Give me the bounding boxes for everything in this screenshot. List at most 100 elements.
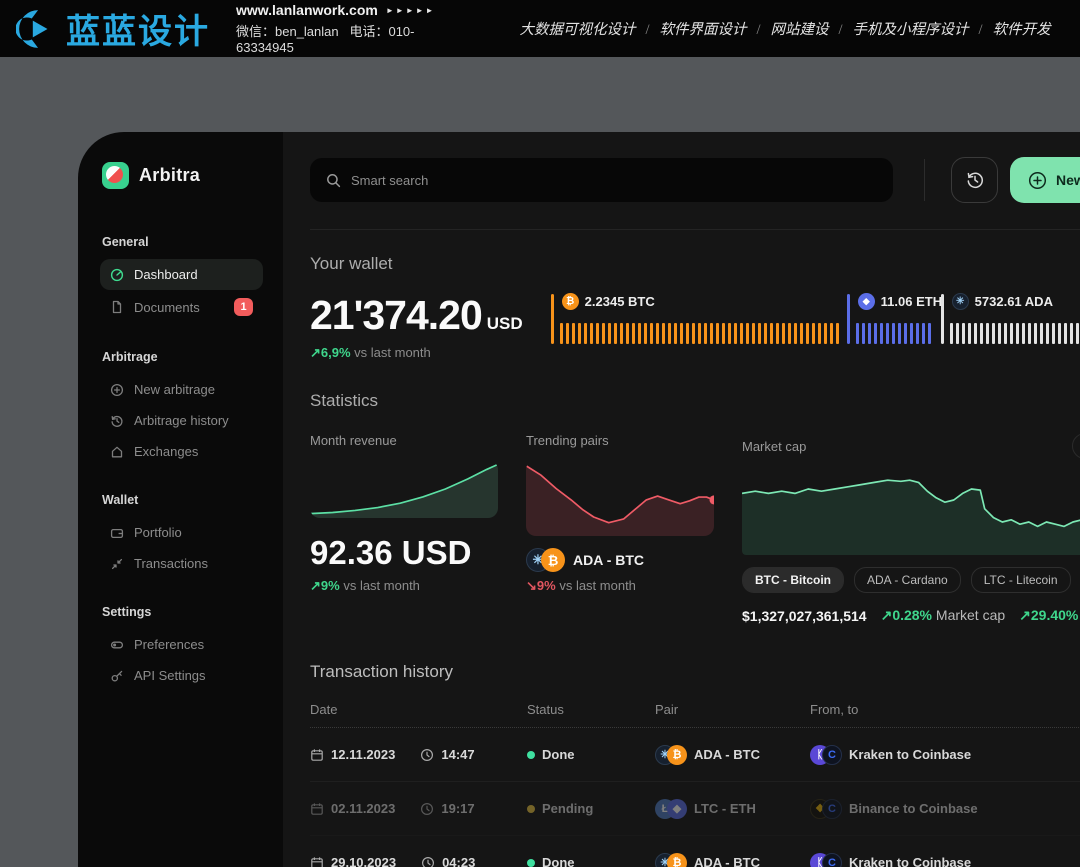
promo-banner: 蓝蓝设计 www.lanlanwork.com ►►►►► 微信：ben_lan… (0, 0, 1080, 57)
holdings-bars: ₿2.2345 BTC ◆11.06 ETH ✳5732.61 ADA (551, 294, 1080, 344)
calendar-icon (310, 748, 324, 762)
clock-icon (421, 856, 435, 867)
coin-tags: BTC - Bitcoin ADA - Cardano LTC - Liteco… (742, 567, 1080, 593)
status-dot (527, 859, 535, 867)
coinbase-icon: C (822, 745, 842, 765)
market-cap-stats: $1,327,027,361,514 ↗0.28% Market cap ↗29… (742, 607, 1080, 624)
group-label-settings: Settings (102, 605, 263, 619)
history-button[interactable] (951, 157, 998, 203)
trending-pair: ✳₿ ADA - BTC (526, 548, 714, 572)
sidebar-item-portfolio[interactable]: Portfolio (100, 517, 263, 548)
eth-divider (847, 294, 850, 344)
balance-currency: USD (487, 314, 523, 333)
main-content: New a Your wallet Currencies E 21'374.20… (283, 132, 1080, 867)
balance-value: 21'374.20 (310, 292, 482, 338)
group-label-wallet: Wallet (102, 493, 263, 507)
statistics-section-title: Statistics (310, 391, 1080, 411)
nav-item-dev[interactable]: 软件开发 (993, 18, 1051, 39)
arbitra-logo[interactable]: Arbitra (100, 162, 263, 189)
wallet-icon (110, 526, 124, 540)
range-1d[interactable]: 1D (1075, 436, 1080, 456)
market-cap-panel: Market cap 1D 7D 1M BTC - Bitcoin ADA - … (742, 433, 1080, 624)
star-icon (1077, 14, 1080, 44)
sidebar-item-api-settings[interactable]: API Settings (100, 660, 263, 691)
tag-ada-cardano[interactable]: ADA - Cardano (854, 567, 961, 593)
tag-btc-bitcoin[interactable]: BTC - Bitcoin (742, 567, 844, 593)
col-date: Date (310, 702, 527, 717)
search-input[interactable] (351, 173, 877, 188)
group-label-arbitrage: Arbitrage (102, 350, 263, 364)
nav-item-mobile[interactable]: 手机及小程序设计 (853, 18, 993, 39)
key-icon (110, 669, 124, 683)
btc-icon: ₿ (667, 853, 687, 867)
balance-change-note: vs last month (354, 345, 431, 360)
btc-icon: ₿ (667, 745, 687, 765)
table-row[interactable]: 29.10.2023 04:23 Done ✳₿ADA - BTC ᛕCKrak… (310, 836, 1080, 867)
nav-item-bigdata[interactable]: 大数据可视化设计 (519, 18, 659, 39)
inspiration-collect-logo[interactable]: 灵感收集 (1077, 10, 1080, 47)
table-row[interactable]: 02.11.2023 19:17 Pending Ł◆LTC - ETH ❖CB… (310, 782, 1080, 836)
coinbase-icon: C (822, 799, 842, 819)
month-revenue-label: Month revenue (310, 433, 498, 448)
tag-ltc-litecoin[interactable]: LTC - Litecoin (971, 567, 1071, 593)
holding-ada: ✳5732.61 ADA (941, 294, 1080, 344)
sidebar-item-dashboard[interactable]: Dashboard (100, 259, 263, 290)
lanlan-logo[interactable]: 蓝蓝设计 (16, 4, 210, 53)
coinbase-icon: C (822, 853, 842, 867)
market-cap-value: $1,327,027,361,514 (742, 608, 867, 624)
market-cap-chart (742, 467, 1080, 555)
search-icon (326, 173, 341, 188)
banner-nav: 大数据可视化设计 软件界面设计 网站建设 手机及小程序设计 软件开发 (519, 18, 1050, 39)
calendar-icon (310, 802, 324, 816)
col-status: Status (527, 702, 655, 717)
arbitra-logo-icon (102, 162, 129, 189)
plus-circle-icon (1028, 171, 1047, 190)
status-dot (527, 751, 535, 759)
sidebar-item-documents[interactable]: Documents 1 (100, 290, 263, 324)
documents-badge: 1 (234, 298, 253, 316)
nav-item-software-ui[interactable]: 软件界面设计 (659, 18, 770, 39)
status-badge: Pending (542, 801, 593, 816)
col-pair: Pair (655, 702, 810, 717)
sidebar-item-new-arbitrage[interactable]: New arbitrage (100, 374, 263, 405)
toggle-icon (110, 638, 124, 652)
gauge-icon (110, 268, 124, 282)
sidebar-item-arbitrage-history[interactable]: Arbitrage history (100, 405, 263, 436)
status-badge: Done (542, 747, 575, 762)
amount-cell: 0.0000 (1042, 853, 1080, 867)
sidebar-item-preferences[interactable]: Preferences (100, 629, 263, 660)
site-url[interactable]: www.lanlanwork.com (236, 2, 378, 18)
new-arbitrage-button[interactable]: New a (1010, 157, 1080, 203)
sidebar-item-exchanges[interactable]: Exchanges (100, 436, 263, 467)
range-toggle: 1D 7D 1M (1072, 433, 1080, 459)
sidebar-item-transactions[interactable]: Transactions (100, 548, 263, 579)
btc-icon: ₿ (541, 548, 565, 572)
lanlan-logo-text: 蓝蓝设计 (66, 4, 210, 53)
eth-bar-strip (856, 323, 935, 344)
btc-divider (551, 294, 554, 344)
lanlan-logo-icon (16, 8, 58, 50)
eth-icon: ◆ (667, 799, 687, 819)
wallet-section-title: Your wallet (310, 254, 393, 274)
bank-icon (110, 445, 124, 459)
btc-icon: ₿ (562, 293, 579, 310)
calendar-icon (310, 856, 324, 867)
status-badge: Done (542, 855, 575, 867)
month-revenue-value: 92.36 USD (310, 534, 498, 572)
eth-icon: ◆ (858, 293, 875, 310)
holding-btc: ₿2.2345 BTC (551, 294, 841, 344)
balance-change: 6,9% (321, 345, 351, 360)
transaction-table-header: Date Status Pair From, to (310, 702, 1080, 728)
clock-icon (420, 802, 434, 816)
dashboard-window: Arbitra General Dashboard Documents 1 Ar… (78, 132, 1080, 867)
trending-pairs-panel: Trending pairs ✳₿ ADA - BTC ↘9% vs last … (526, 433, 714, 624)
ada-divider (941, 294, 944, 344)
search-box[interactable] (310, 158, 893, 202)
document-icon (110, 300, 124, 314)
arrows-decoration: ►►►►► (386, 6, 436, 15)
status-dot (527, 805, 535, 813)
arbitra-logo-text: Arbitra (139, 165, 200, 186)
table-row[interactable]: 12.11.2023 14:47 Done ✳₿ADA - BTC ᛕCKrak… (310, 728, 1080, 782)
col-fromto: From, to (810, 702, 1042, 717)
nav-item-website[interactable]: 网站建设 (771, 18, 853, 39)
